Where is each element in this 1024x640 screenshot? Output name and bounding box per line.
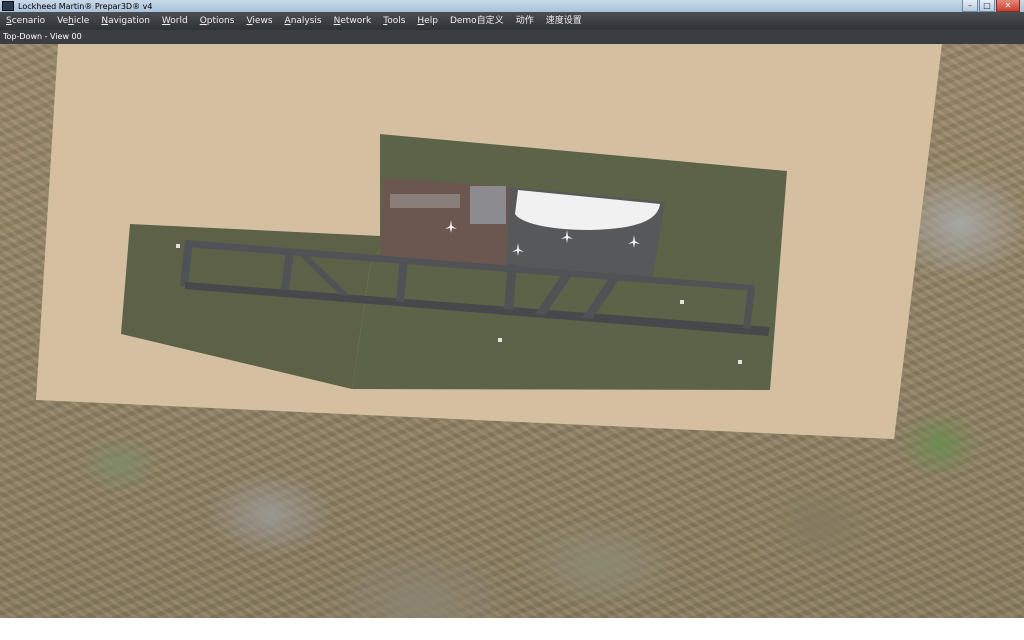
marker [498,338,502,342]
menu-navigation[interactable]: Navigation [95,12,156,30]
window-titlebar: Lockheed Martin® Prepar3D® v4 – □ ✕ [0,0,1024,12]
menu-scenario[interactable]: Scenario [0,12,51,30]
window-title: Lockheed Martin® Prepar3D® v4 [18,1,153,11]
close-button[interactable]: ✕ [996,0,1020,12]
menu-demo-custom[interactable]: Demo自定义 [444,12,510,30]
menu-options[interactable]: Options [194,12,241,30]
bottom-blank-area [0,618,1024,640]
menu-actions[interactable]: 动作 [510,12,540,30]
marker [680,300,684,304]
scenery-viewport[interactable] [0,44,1024,618]
menu-tools[interactable]: Tools [377,12,411,30]
marker [738,360,742,364]
menu-views[interactable]: Views [240,12,278,30]
menu-world[interactable]: World [156,12,194,30]
hangar [470,186,506,224]
cargo-building [390,194,460,208]
menu-network[interactable]: Network [328,12,378,30]
menu-bar: Scenario Vehicle Navigation World Option… [0,12,1024,30]
view-titlebar: Top-Down - View 00 [0,30,1024,44]
prepar3d-app-icon [2,1,14,11]
minimize-button[interactable]: – [962,0,978,12]
maximize-button[interactable]: □ [979,0,995,12]
menu-help[interactable]: Help [411,12,444,30]
airport-scenery [36,44,942,439]
menu-analysis[interactable]: Analysis [279,12,328,30]
marker [176,244,180,248]
menu-vehicle[interactable]: Vehicle [51,12,95,30]
view-title: Top-Down - View 00 [3,32,82,41]
menu-speed-settings[interactable]: 速度设置 [540,12,588,30]
window-controls: – □ ✕ [962,0,1020,12]
